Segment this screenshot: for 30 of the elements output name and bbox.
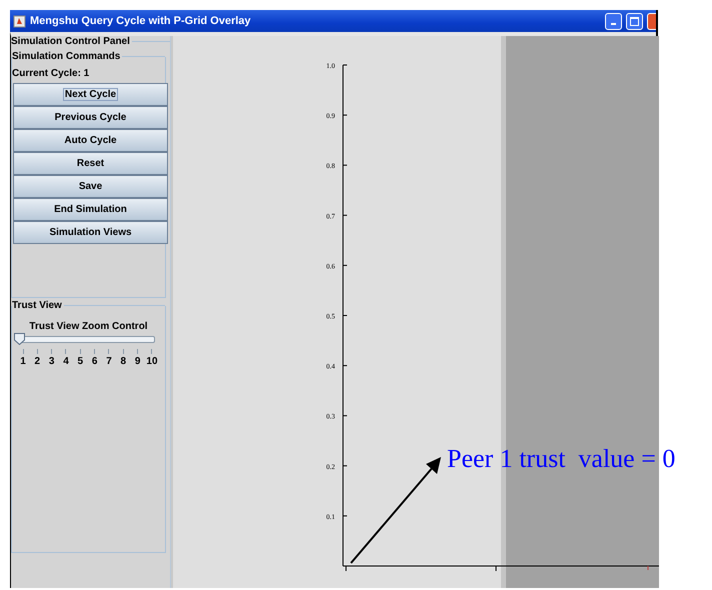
command-button[interactable]: Next Cycle: [13, 83, 168, 106]
tick-label: 7: [106, 356, 112, 367]
maximize-icon: [630, 16, 639, 26]
tick-label: 5: [78, 356, 84, 367]
tick-label: 1: [20, 356, 26, 367]
slider-thumb[interactable]: [14, 333, 25, 345]
command-button[interactable]: Auto Cycle: [13, 129, 168, 152]
command-button[interactable]: Previous Cycle: [13, 106, 168, 129]
tick-label: 9: [134, 356, 140, 367]
group-title: Simulation Commands: [12, 51, 120, 62]
current-cycle-label: Current Cycle: 1: [12, 68, 90, 79]
minimize-button[interactable]: [605, 12, 622, 30]
annotation-text: Peer 1 trust value = 0: [447, 444, 676, 474]
tick-label: 4: [63, 356, 69, 367]
maximize-button[interactable]: [626, 12, 643, 30]
tick-label: 10: [146, 356, 158, 367]
command-button[interactable]: Reset: [13, 152, 168, 175]
tick-label: 8: [120, 356, 126, 367]
command-button[interactable]: End Simulation: [13, 198, 168, 221]
group-title: Trust View: [12, 300, 62, 311]
command-button[interactable]: Simulation Views: [13, 221, 168, 244]
tick-label: 6: [92, 356, 98, 367]
tick-label: 2: [34, 356, 40, 367]
slider-label: Trust View Zoom Control: [28, 321, 149, 332]
command-button[interactable]: Save: [13, 175, 168, 198]
window-title: Mengshu Query Cycle with P-Grid Overlay: [30, 15, 252, 27]
tick-label: 3: [48, 356, 54, 367]
close-button[interactable]: [647, 12, 656, 30]
app-icon: [13, 14, 26, 28]
panel-title: Simulation Control Panel: [11, 36, 130, 47]
